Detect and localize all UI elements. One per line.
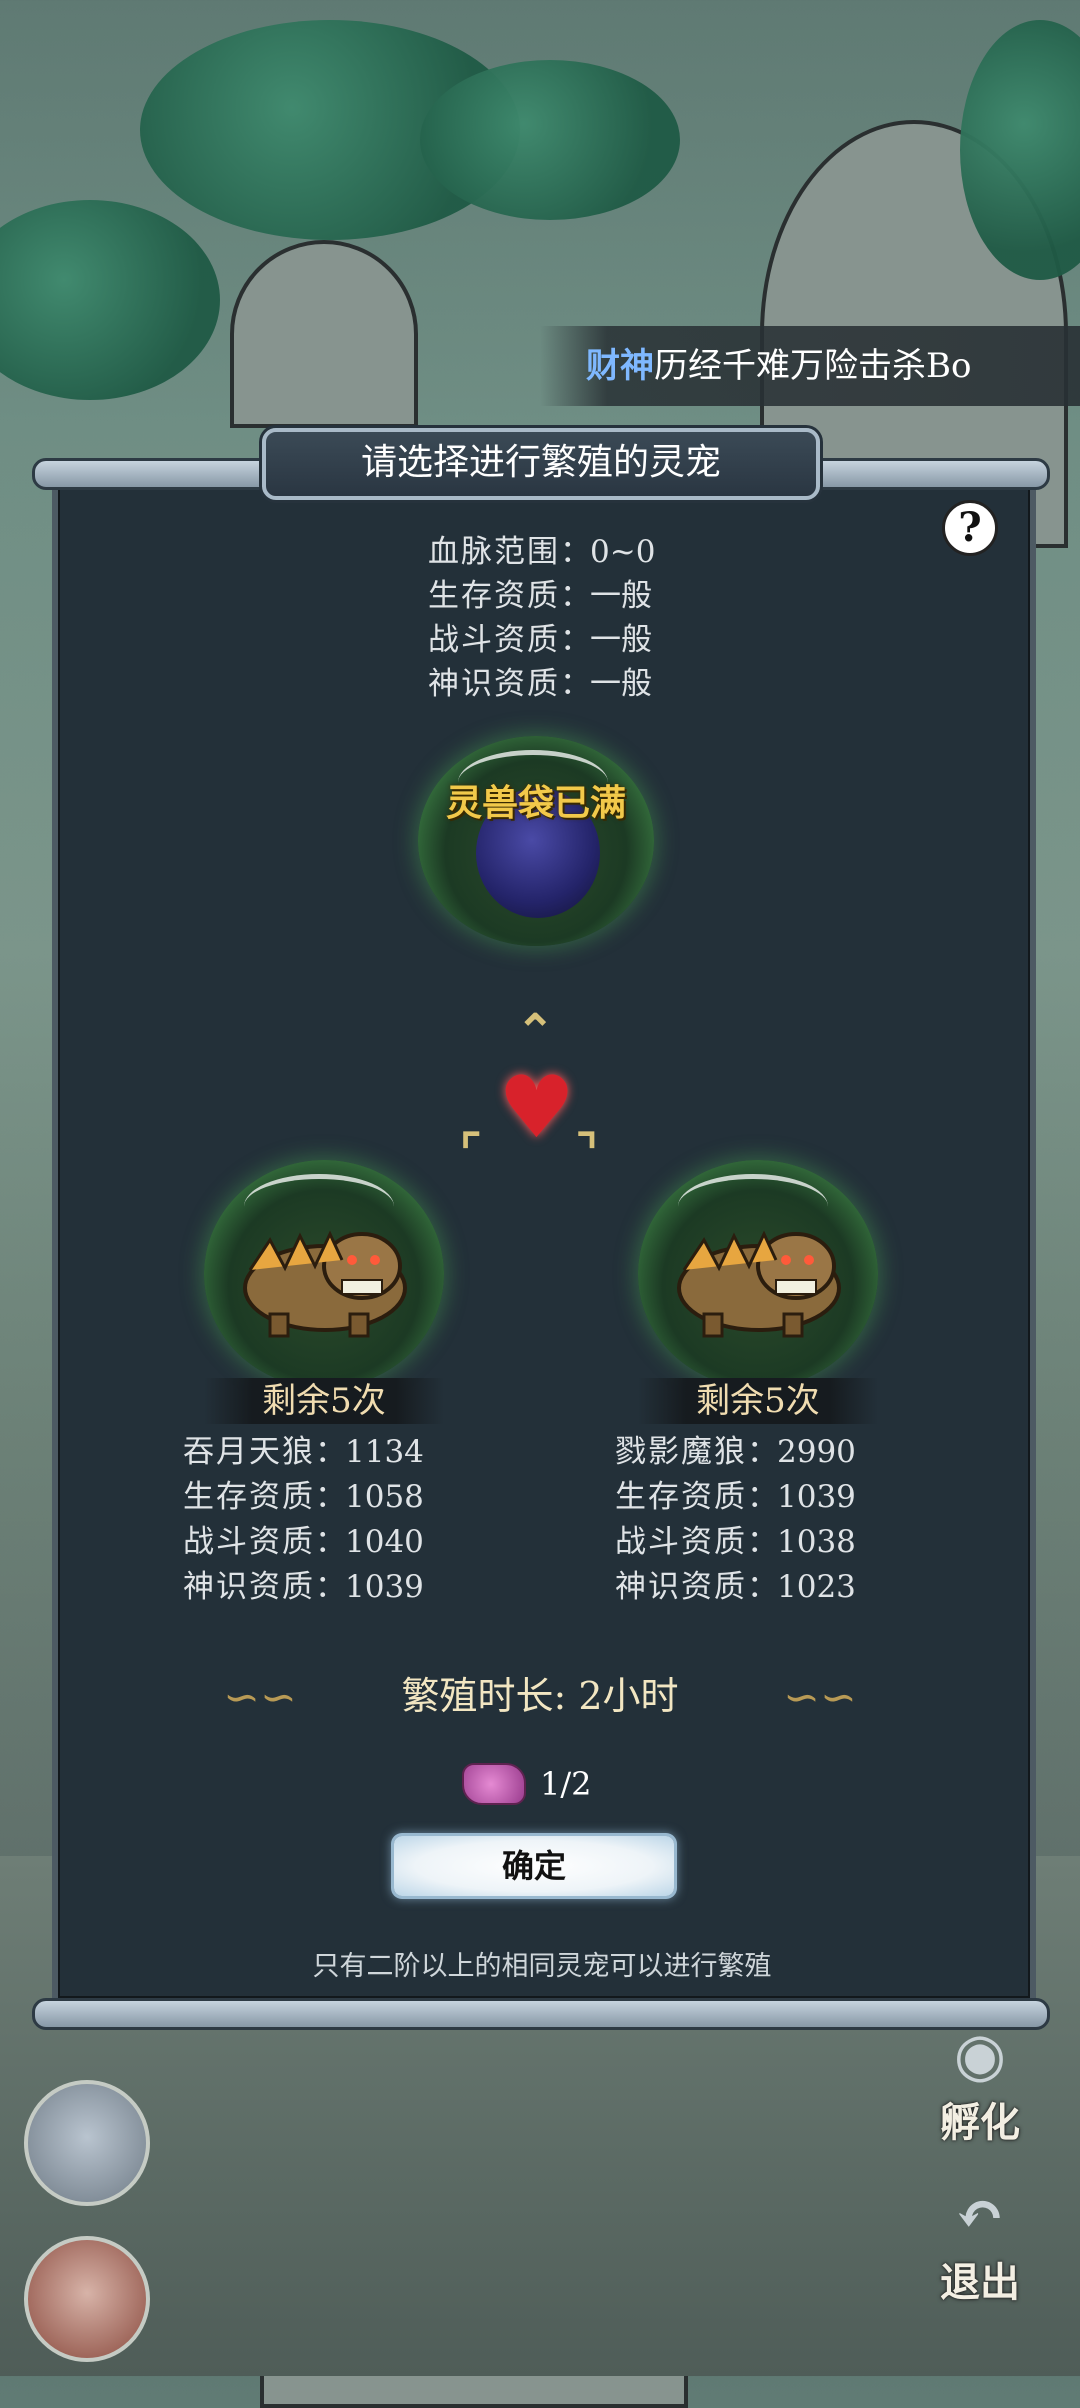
swirl-ornament-right: ∽∽ xyxy=(783,1672,857,1723)
breeding-duration: 繁殖时长: 2小时 xyxy=(401,1674,679,1718)
ticker-message: 历经千难万险击杀Bo xyxy=(654,346,972,386)
right-remaining-count: 剩余5次 xyxy=(638,1378,878,1424)
pet-name: 吞月天狼 xyxy=(183,1434,315,1470)
stat-row: 生存资质： 1039 xyxy=(572,1475,892,1520)
stat-row: 战斗资质： 1038 xyxy=(572,1520,892,1565)
right-arrow-icon: ⌝ xyxy=(576,1124,598,1178)
panel-bottom-rail xyxy=(32,1998,1050,2030)
exit-button[interactable]: ↶ 退出 xyxy=(920,2180,1040,2308)
stat-row: 吞月天狼： 1134 xyxy=(140,1430,460,1475)
stat-row: 神识资质： 1039 xyxy=(140,1565,460,1610)
hatch-button[interactable]: ◉ 孵化 xyxy=(920,2020,1040,2148)
stat-label: 神识资质 xyxy=(183,1569,315,1605)
stat-label: 战斗资质 xyxy=(615,1524,747,1560)
confirm-button[interactable]: 确定 xyxy=(394,1836,674,1896)
pet-avatar-phoenix[interactable] xyxy=(24,2236,150,2362)
ticker-player-name: 财神 xyxy=(586,346,654,386)
colon: ： xyxy=(315,1434,346,1470)
requirement-list: 血脉范围： 0~0 生存资质：一般 战斗资质：一般 神识资质：一般 xyxy=(380,530,700,706)
stat-value: 1134 xyxy=(345,1434,424,1470)
hatch-icon: ◉ xyxy=(953,2020,1007,2090)
panel-title: 请选择进行繁殖的灵宠 xyxy=(262,428,820,500)
offspring-orb[interactable]: 灵兽袋已满 xyxy=(418,736,654,946)
breeding-notice: 只有二阶以上的相同灵宠可以进行繁殖 xyxy=(312,1951,772,1982)
mountain-rock xyxy=(230,240,418,428)
stat-row: 神识资质： 1023 xyxy=(572,1565,892,1610)
left-pet-stats: 吞月天狼： 1134 生存资质： 1058 战斗资质： 1040 神识资质： 1039 xyxy=(140,1430,460,1610)
requirement-value: 0~0 xyxy=(590,534,656,570)
stat-label: 神识资质 xyxy=(615,1569,747,1605)
requirement-row: 神识资质：一般 xyxy=(380,662,700,706)
stat-label: 战斗资质 xyxy=(183,1524,315,1560)
swirl-ornament-left: ∽∽ xyxy=(223,1672,297,1723)
right-pet-stats: 戮影魔狼： 2990 生存资质： 1039 战斗资质： 1038 神识资质： 1023 xyxy=(572,1430,892,1610)
stat-value: 1058 xyxy=(345,1479,424,1515)
exit-label: 退出 xyxy=(940,2259,1020,2306)
stat-label: 生存资质 xyxy=(615,1479,747,1515)
stat-row: 战斗资质： 1040 xyxy=(140,1520,460,1565)
exit-arrow-icon: ↶ xyxy=(954,2180,1006,2250)
colon: ： xyxy=(315,1524,346,1560)
breeding-duration-row: ∽∽ 繁殖时长: 2小时 ∽∽ xyxy=(200,1666,880,1726)
wolf-beast-icon xyxy=(243,1230,407,1338)
tree-canopy xyxy=(420,60,680,220)
requirement-value: 一般 xyxy=(590,578,652,614)
requirement-row: 战斗资质：一般 xyxy=(380,618,700,662)
requirement-label: 神识资质 xyxy=(428,666,560,702)
ticket-count: 1/2 xyxy=(540,1765,592,1803)
left-arrow-icon: ⌜ xyxy=(460,1124,482,1178)
tree-canopy xyxy=(0,200,220,400)
pet-avatar-spider[interactable] xyxy=(24,2080,150,2206)
colon: ： xyxy=(560,622,591,658)
stat-row: 生存资质： 1058 xyxy=(140,1475,460,1520)
stat-value: 1039 xyxy=(777,1479,856,1515)
requirement-row: 血脉范围： 0~0 xyxy=(380,530,700,574)
stat-value: 2990 xyxy=(777,1434,856,1470)
requirement-row: 生存资质：一般 xyxy=(380,574,700,618)
stat-value: 1040 xyxy=(345,1524,424,1560)
left-remaining-count: 剩余5次 xyxy=(204,1378,444,1424)
breeding-heart: ⌃ ⌜ ⌝ ♥ xyxy=(458,1004,618,1180)
parent-pet-right-orb[interactable] xyxy=(638,1160,878,1388)
stat-value: 1039 xyxy=(345,1569,424,1605)
pet-name: 戮影魔狼 xyxy=(615,1434,747,1470)
colon: ： xyxy=(315,1479,346,1515)
parent-pet-left-orb[interactable] xyxy=(204,1160,444,1388)
colon: ： xyxy=(560,534,591,570)
requirement-label: 血脉范围 xyxy=(428,534,560,570)
stat-value: 1038 xyxy=(777,1524,856,1560)
pet-bag-full-text: 灵兽袋已满 xyxy=(445,782,626,824)
colon: ： xyxy=(315,1569,346,1605)
news-ticker: 财神历经千难万险击杀Bo xyxy=(540,326,1080,406)
breeding-item-icon xyxy=(462,1763,526,1805)
requirement-label: 生存资质 xyxy=(428,578,560,614)
stat-row: 戮影魔狼： 2990 xyxy=(572,1430,892,1475)
heart-icon: ♥ xyxy=(498,1058,576,1158)
hatch-label: 孵化 xyxy=(940,2099,1020,2146)
requirement-value: 一般 xyxy=(590,666,652,702)
stat-label: 生存资质 xyxy=(183,1479,315,1515)
up-arrow-icon: ⌃ xyxy=(516,1004,555,1058)
colon: ： xyxy=(560,578,591,614)
colon: ： xyxy=(747,1524,778,1560)
help-button[interactable]: ? xyxy=(942,500,998,556)
colon: ： xyxy=(560,666,591,702)
colon: ： xyxy=(747,1434,778,1470)
requirement-value: 一般 xyxy=(590,622,652,658)
breeding-ticket: 1/2 xyxy=(462,1758,592,1810)
colon: ： xyxy=(747,1569,778,1605)
wolf-beast-icon xyxy=(677,1230,841,1338)
stat-value: 1023 xyxy=(777,1569,856,1605)
colon: ： xyxy=(747,1479,778,1515)
requirement-label: 战斗资质 xyxy=(428,622,560,658)
